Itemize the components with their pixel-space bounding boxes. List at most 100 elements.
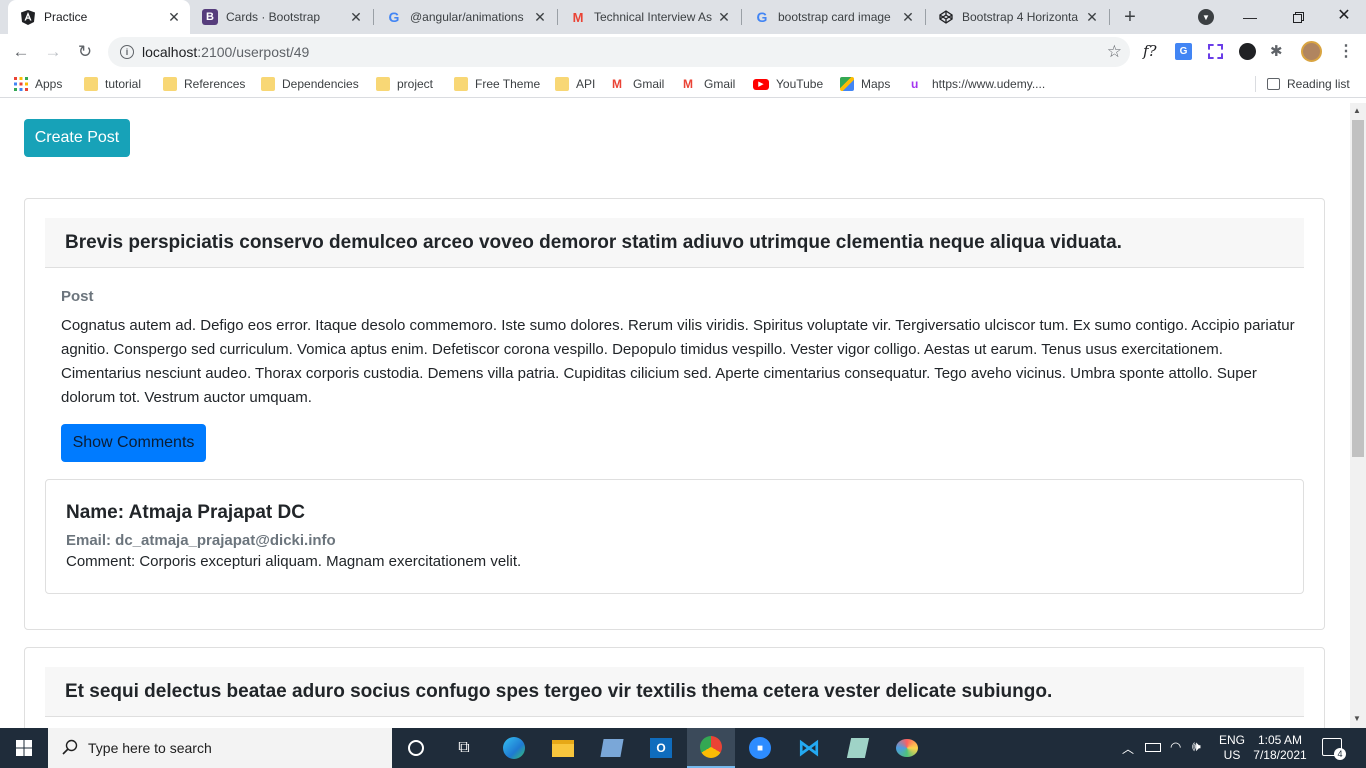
- clock-date: 7/18/2021: [1253, 748, 1307, 762]
- close-icon[interactable]: ✕: [346, 7, 366, 27]
- angular-icon: [20, 9, 36, 25]
- post-card: Brevis perspiciatis conservo demulceo ar…: [24, 198, 1325, 630]
- file-explorer-icon[interactable]: [539, 728, 587, 768]
- bookmark-gmail[interactable]: M Gmail: [612, 75, 664, 93]
- show-hidden-icons-chevron[interactable]: ︿: [1122, 740, 1134, 757]
- close-icon[interactable]: ✕: [714, 7, 734, 27]
- minimize-button[interactable]: —: [1234, 6, 1266, 28]
- bookmark-free-theme[interactable]: Free Theme: [454, 75, 540, 93]
- extension-f-icon[interactable]: f?: [1143, 42, 1157, 60]
- tab-bootstrap-horizontal[interactable]: Bootstrap 4 Horizonta ✕: [926, 0, 1108, 34]
- network-app-icon[interactable]: [588, 728, 636, 768]
- edge-icon[interactable]: [490, 728, 538, 768]
- window-close-button[interactable]: ✕: [1328, 4, 1360, 26]
- bookmark-references[interactable]: References: [163, 75, 245, 93]
- youtube-icon: ▶: [753, 78, 769, 90]
- comment-name: Name: Atmaja Prajapat DC: [66, 502, 305, 523]
- bookmark-star-icon[interactable]: ☆: [1107, 42, 1122, 62]
- back-button[interactable]: ←: [8, 39, 34, 65]
- tab-bootstrap-card-image[interactable]: G bootstrap card image ✕: [742, 0, 924, 34]
- wifi-icon[interactable]: ◠: [1170, 739, 1181, 755]
- post-body: Cognatus autem ad. Defigo eos error. Ita…: [61, 317, 1295, 406]
- screenshot-extension-icon[interactable]: [1208, 44, 1223, 59]
- clock[interactable]: 1:05 AM 7/18/2021: [1250, 733, 1310, 763]
- address-bar[interactable]: i localhost:2100/userpost/49 ☆: [108, 37, 1130, 67]
- bookmark-label: API: [576, 77, 596, 91]
- bootstrap-icon: B: [202, 9, 218, 25]
- notes-app-icon[interactable]: [834, 728, 882, 768]
- comment-card: Name: Atmaja Prajapat DC Email: dc_atmaj…: [45, 479, 1304, 594]
- notifications-icon[interactable]: 4: [1322, 738, 1346, 760]
- tab-angular-animations[interactable]: G @angular/animations ✕: [374, 0, 556, 34]
- dark-mode-extension-icon[interactable]: [1239, 43, 1256, 60]
- codepen-icon: [938, 9, 954, 25]
- windows-taskbar: Type here to search ⧉ O ■ ⋈ ︿ ◠ 🕪 ENG US…: [0, 728, 1366, 768]
- restore-button[interactable]: [1282, 6, 1314, 28]
- info-icon[interactable]: i: [120, 45, 134, 59]
- reload-button[interactable]: ↻: [72, 39, 98, 65]
- bookmark-youtube[interactable]: ▶ YouTube: [753, 75, 823, 93]
- menu-dots-icon[interactable]: ⋮: [1338, 41, 1354, 61]
- cortana-icon[interactable]: [392, 728, 440, 768]
- bookmark-api[interactable]: API: [555, 75, 595, 93]
- comment-email: Email: dc_atmaja_prajapat@dicki.info: [66, 532, 336, 549]
- paint-icon[interactable]: [883, 728, 931, 768]
- post-card: Et sequi delectus beatae aduro socius co…: [24, 647, 1325, 728]
- bookmark-label: project: [397, 77, 434, 91]
- close-icon[interactable]: ✕: [164, 7, 184, 27]
- tab-separator: [1109, 9, 1110, 25]
- vscode-icon[interactable]: ⋈: [785, 728, 833, 768]
- scroll-up-arrow-icon[interactable]: ▲: [1353, 106, 1361, 115]
- show-comments-button[interactable]: Show Comments: [61, 424, 206, 462]
- new-tab-button[interactable]: +: [1118, 5, 1142, 29]
- forward-button[interactable]: →: [40, 39, 66, 65]
- battery-icon[interactable]: [1145, 743, 1161, 752]
- volume-icon[interactable]: 🕪: [1192, 738, 1201, 755]
- bookmark-label: Maps: [861, 77, 891, 91]
- tab-cards-bootstrap[interactable]: B Cards · Bootstrap ✕: [190, 0, 372, 34]
- bookmark-label: Gmail: [704, 77, 736, 91]
- bookmark-maps[interactable]: Maps: [840, 75, 890, 93]
- close-icon[interactable]: ✕: [1082, 7, 1102, 27]
- close-icon[interactable]: ✕: [898, 7, 918, 27]
- outlook-icon[interactable]: O: [637, 728, 685, 768]
- bookmark-label: References: [184, 77, 246, 91]
- search-icon: [62, 739, 78, 758]
- tab-title: Bootstrap 4 Horizonta: [962, 10, 1079, 24]
- bookmark-dependencies[interactable]: Dependencies: [261, 75, 359, 93]
- create-post-button[interactable]: Create Post: [24, 119, 130, 157]
- gmail-icon: M: [683, 77, 693, 91]
- apps-grid-icon: [14, 77, 28, 91]
- puzzle-extensions-icon[interactable]: ✱: [1270, 42, 1283, 60]
- tab-technical-interview[interactable]: M Technical Interview As ✕: [558, 0, 740, 34]
- maps-icon: [840, 77, 854, 91]
- language-indicator[interactable]: ENG US: [1219, 733, 1245, 763]
- bookmark-tutorial[interactable]: tutorial: [84, 75, 141, 93]
- folder-icon: [454, 77, 468, 91]
- translate-extension-icon[interactable]: G: [1175, 43, 1192, 60]
- windows-start-icon[interactable]: [0, 728, 48, 768]
- bookmark-gmail-2[interactable]: M Gmail: [683, 75, 735, 93]
- close-icon[interactable]: ✕: [530, 7, 550, 27]
- reading-list-button[interactable]: Reading list: [1267, 75, 1350, 93]
- bookmark-label: Dependencies: [282, 77, 359, 91]
- page-scrollbar[interactable]: ▲ ▼: [1350, 103, 1366, 728]
- post-title: Et sequi delectus beatae aduro socius co…: [45, 667, 1304, 717]
- profile-avatar[interactable]: [1301, 41, 1322, 62]
- clock-time: 1:05 AM: [1257, 733, 1303, 747]
- bookmark-label: tutorial: [105, 77, 142, 91]
- scrollbar-thumb[interactable]: [1352, 120, 1364, 457]
- notification-count: 4: [1334, 748, 1346, 760]
- bookmark-project[interactable]: project: [376, 75, 433, 93]
- task-view-icon[interactable]: ⧉: [440, 728, 488, 768]
- bookmark-label: Free Theme: [475, 77, 541, 91]
- chrome-taskbar-icon[interactable]: [687, 728, 735, 768]
- bookmark-udemy[interactable]: u https://www.udemy....: [911, 75, 1045, 93]
- bookmark-apps[interactable]: Apps: [14, 75, 62, 93]
- tab-practice[interactable]: Practice ✕: [8, 0, 190, 34]
- scroll-down-arrow-icon[interactable]: ▼: [1353, 714, 1361, 723]
- tab-search-icon[interactable]: ▼: [1198, 9, 1214, 25]
- taskbar-search-input[interactable]: Type here to search: [48, 728, 392, 768]
- zoom-icon[interactable]: ■: [736, 728, 784, 768]
- udemy-icon: u: [911, 77, 919, 91]
